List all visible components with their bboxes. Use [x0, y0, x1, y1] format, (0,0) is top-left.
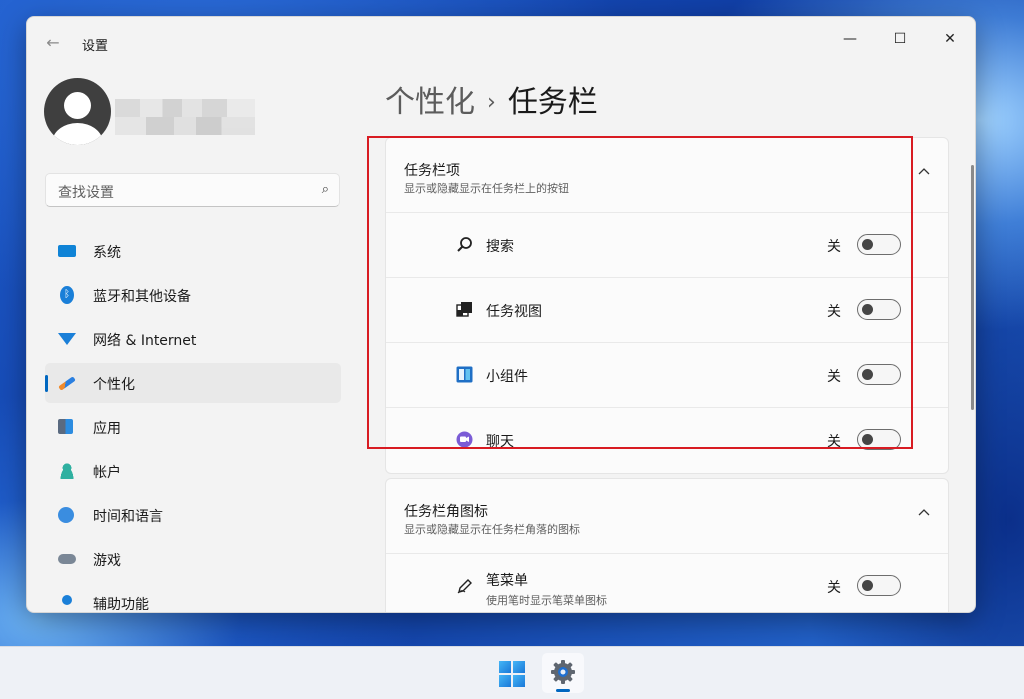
toggle-state-text: 关 — [827, 580, 841, 596]
setting-label: 聊天 — [486, 434, 514, 450]
chevron-up-icon[interactable] — [918, 166, 930, 178]
widgets-toggle[interactable] — [857, 364, 901, 385]
sidebar-item-label: 蓝牙和其他设备 — [93, 289, 191, 305]
windows-logo-tile — [499, 675, 511, 687]
arrow-left-icon: ← — [46, 33, 60, 52]
sidebar-nav: 系统 ᛒ 蓝牙和其他设备 网络 & Internet 个性化 应用 帐户 时间和… — [45, 231, 341, 613]
toggle-state-text: 关 — [827, 434, 841, 450]
setting-label: 任务视图 — [486, 304, 542, 320]
sidebar-item-label: 系统 — [93, 245, 121, 261]
setting-row-pen-menu: 笔菜单 使用笔时显示笔菜单图标 关 — [386, 554, 948, 612]
chat-icon — [456, 431, 473, 448]
app-title: 设置 — [82, 39, 109, 54]
toggle-knob — [862, 304, 873, 315]
maximize-button[interactable]: ☐ — [877, 23, 923, 55]
widgets-icon — [456, 366, 473, 383]
search-icon — [457, 237, 472, 252]
taskbar — [0, 646, 1024, 699]
search-toggle[interactable] — [857, 234, 901, 255]
sidebar-item-label: 个性化 — [93, 377, 135, 393]
toggle-knob — [862, 580, 873, 591]
sidebar-item-label: 时间和语言 — [93, 509, 163, 525]
settings-window: ← 设置 — ☐ ✕ 查找设置 ⌕ 系统 ᛒ 蓝牙和其他设备 网络 & Inte… — [26, 16, 976, 613]
toggle-knob — [862, 369, 873, 380]
title-bar: ← 设置 — ☐ ✕ — [27, 17, 975, 65]
task-view-icon — [456, 302, 472, 317]
breadcrumb: 个性化 › 任务栏 — [385, 77, 598, 121]
taskbar-items-card: 任务栏项 显示或隐藏显示在任务栏上的按钮 搜索 关 任务视图 关 小组件 关 聊… — [385, 137, 949, 474]
apps-icon — [58, 419, 73, 434]
sidebar-item-label: 辅助功能 — [93, 597, 149, 613]
sidebar-item-network[interactable]: 网络 & Internet — [45, 319, 341, 359]
taskbar-settings-app[interactable] — [542, 653, 584, 693]
running-indicator — [556, 689, 570, 692]
setting-row-widgets: 小组件 关 — [386, 343, 948, 408]
account-icon — [58, 463, 76, 479]
chevron-up-icon[interactable] — [918, 507, 930, 519]
setting-label: 笔菜单 — [486, 573, 528, 589]
gamepad-icon — [58, 554, 76, 564]
setting-label: 搜索 — [486, 239, 514, 255]
sidebar-item-personalization[interactable]: 个性化 — [45, 363, 341, 403]
accessibility-icon — [62, 595, 72, 605]
sidebar-item-system[interactable]: 系统 — [45, 231, 341, 271]
section-subtitle: 显示或隐藏显示在任务栏上的按钮 — [404, 182, 569, 195]
setting-row-task-view: 任务视图 关 — [386, 278, 948, 343]
task-view-toggle[interactable] — [857, 299, 901, 320]
sidebar-item-label: 应用 — [93, 421, 121, 437]
setting-row-chat: 聊天 关 — [386, 408, 948, 473]
pen-menu-toggle[interactable] — [857, 575, 901, 596]
taskbar-items-header[interactable]: 任务栏项 显示或隐藏显示在任务栏上的按钮 — [386, 138, 948, 213]
sidebar-item-apps[interactable]: 应用 — [45, 407, 341, 447]
search-input[interactable]: 查找设置 ⌕ — [45, 173, 340, 207]
section-title: 任务栏项 — [404, 163, 460, 179]
page-title: 任务栏 — [507, 85, 598, 120]
search-icon: ⌕ — [321, 182, 329, 197]
start-button[interactable] — [499, 661, 525, 687]
toggle-state-text: 关 — [827, 239, 841, 255]
toggle-knob — [862, 434, 873, 445]
username-redacted — [115, 99, 255, 135]
gear-icon — [551, 660, 575, 684]
section-title: 任务栏角图标 — [404, 504, 488, 520]
windows-logo-tile — [513, 661, 525, 673]
corner-icons-header[interactable]: 任务栏角图标 显示或隐藏显示在任务栏角落的图标 — [386, 479, 948, 554]
corner-icons-card: 任务栏角图标 显示或隐藏显示在任务栏角落的图标 笔菜单 使用笔时显示笔菜单图标 … — [385, 478, 949, 612]
wifi-icon — [58, 333, 76, 345]
sidebar-item-time-language[interactable]: 时间和语言 — [45, 495, 341, 535]
brush-icon — [58, 376, 76, 391]
minimize-button[interactable]: — — [827, 23, 873, 55]
setting-label: 小组件 — [486, 369, 528, 385]
sidebar-item-accessibility[interactable]: 辅助功能 — [45, 583, 341, 613]
active-indicator — [45, 375, 48, 392]
sidebar-item-accounts[interactable]: 帐户 — [45, 451, 341, 491]
sidebar-item-label: 网络 & Internet — [93, 333, 197, 349]
toggle-state-text: 关 — [827, 369, 841, 385]
clock-globe-icon — [58, 507, 74, 523]
search-placeholder: 查找设置 — [58, 185, 114, 201]
close-button[interactable]: ✕ — [927, 23, 973, 55]
sidebar-item-bluetooth[interactable]: ᛒ 蓝牙和其他设备 — [45, 275, 341, 315]
sidebar-item-gaming[interactable]: 游戏 — [45, 539, 341, 579]
back-button[interactable]: ← — [41, 31, 65, 55]
setting-sublabel: 使用笔时显示笔菜单图标 — [486, 594, 607, 607]
section-subtitle: 显示或隐藏显示在任务栏角落的图标 — [404, 523, 580, 536]
windows-logo-tile — [513, 675, 525, 687]
breadcrumb-parent[interactable]: 个性化 — [385, 85, 475, 120]
avatar-body — [52, 123, 103, 145]
pen-icon — [457, 579, 472, 594]
sidebar-item-label: 帐户 — [93, 465, 121, 481]
avatar[interactable] — [44, 78, 111, 145]
monitor-icon — [58, 245, 76, 257]
breadcrumb-separator: › — [487, 90, 496, 115]
sidebar-item-label: 游戏 — [93, 553, 121, 569]
setting-row-search: 搜索 关 — [386, 213, 948, 278]
avatar-head — [64, 92, 91, 119]
toggle-knob — [862, 239, 873, 250]
toggle-state-text: 关 — [827, 304, 841, 320]
scrollbar[interactable] — [971, 165, 974, 410]
chat-toggle[interactable] — [857, 429, 901, 450]
bluetooth-icon: ᛒ — [60, 286, 74, 304]
windows-logo-tile — [499, 661, 511, 673]
